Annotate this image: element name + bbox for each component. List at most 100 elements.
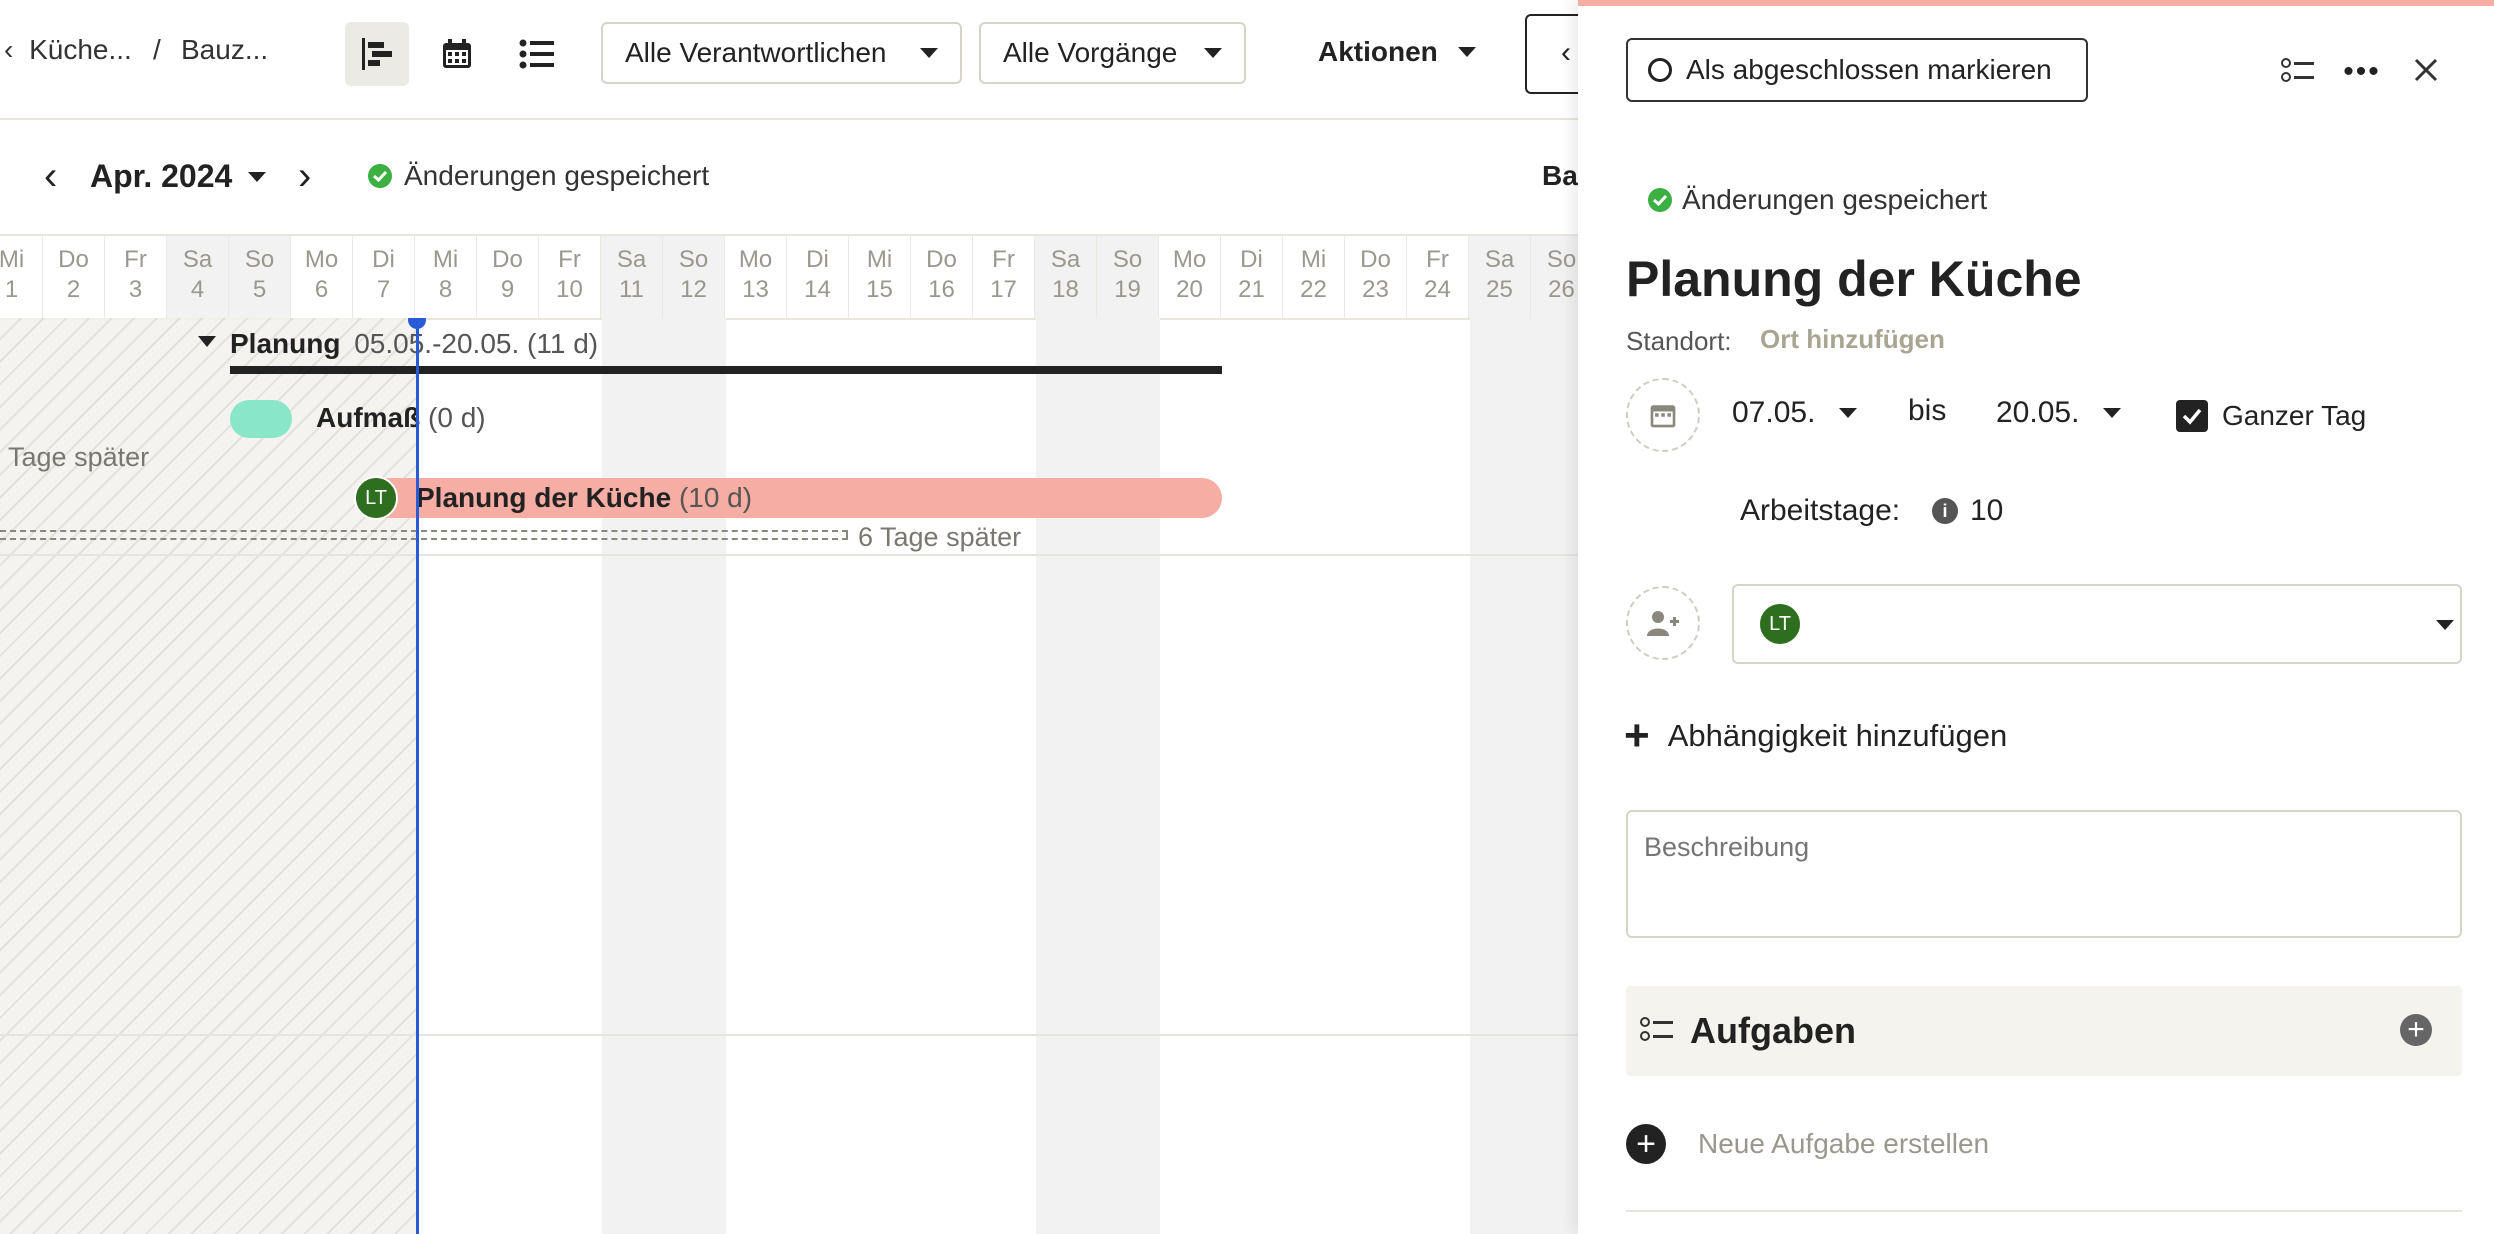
day-number: 25	[1486, 276, 1513, 303]
month-navigation-bar: ‹ Apr. 2024 › Änderungen gespeichert Bas	[0, 120, 1593, 232]
day-name: Fr	[124, 246, 147, 273]
day-number: 9	[500, 276, 515, 303]
breadcrumb-current[interactable]: Bauz...	[181, 34, 268, 66]
all-day-checkbox[interactable]	[2176, 400, 2208, 432]
collapse-group-icon[interactable]	[198, 336, 216, 347]
timeline-day-cell: Mi 1	[0, 236, 42, 318]
assignee-avatar: LT	[354, 476, 398, 520]
task-detail-panel: Als abgeschlossen markieren ••• Änderung…	[1578, 0, 2494, 1234]
start-date-picker[interactable]: 07.05.	[1732, 396, 1858, 430]
day-number: 19	[1114, 276, 1141, 303]
timeline-day-cell: Mo 13	[724, 236, 786, 318]
day-name: Fr	[992, 246, 1015, 273]
today-line	[416, 318, 419, 1234]
day-number: 16	[928, 276, 955, 303]
add-person-icon	[1647, 611, 1679, 636]
day-number: 20	[1176, 276, 1203, 303]
checklist-icon[interactable]	[2278, 52, 2318, 92]
day-name: Di	[806, 246, 829, 273]
caret-down-icon	[2103, 408, 2122, 418]
day-name: Sa	[1484, 246, 1515, 273]
previous-month-button[interactable]: ‹	[44, 154, 57, 199]
assignee-select[interactable]: LT	[1732, 584, 2462, 664]
day-number: 14	[804, 276, 831, 303]
breadcrumb-back-link[interactable]: ‹ Küche...	[4, 34, 132, 66]
gantt-view-button[interactable]	[345, 22, 409, 86]
description-textarea[interactable]	[1626, 810, 2462, 938]
dependency-lag-left: 5 Tage später	[0, 442, 150, 472]
caret-down-icon	[2436, 620, 2454, 630]
add-dependency-button[interactable]: + Abhängigkeit hinzufügen	[1624, 714, 2007, 758]
milestone-aufmass-bar[interactable]	[230, 400, 292, 438]
divider	[1626, 1210, 2462, 1212]
day-number: 12	[680, 276, 707, 303]
caret-down-icon	[1457, 47, 1476, 57]
new-task-button[interactable]: + Neue Aufgabe erstellen	[1626, 1124, 1989, 1164]
collapse-panel-button[interactable]: ‹	[1525, 14, 1585, 94]
day-name: Mi	[1300, 246, 1327, 273]
timeline-day-cell: Mi 15	[848, 236, 910, 318]
month-selector[interactable]: Apr. 2024	[90, 158, 267, 195]
next-month-button[interactable]: ›	[298, 154, 311, 199]
day-number: 13	[742, 276, 769, 303]
day-number: 5	[252, 276, 267, 303]
list-view-button[interactable]	[505, 22, 569, 86]
check-circle-icon	[368, 164, 392, 188]
timeline-day-cell: Mi 22	[1282, 236, 1344, 318]
workdays-value: 10	[1970, 494, 2004, 527]
assignee-avatar: LT	[1758, 602, 1802, 646]
task-aufmass-label[interactable]: Aufmaß (0 d)	[316, 402, 486, 434]
day-name: Mi	[432, 246, 459, 273]
responsible-filter-dropdown[interactable]: Alle Verantwortlichen	[601, 22, 962, 84]
workdays-label: Arbeitstage:	[1740, 494, 1901, 527]
info-icon[interactable]: i	[1932, 498, 1958, 524]
timeline-day-cell: Sa 25	[1468, 236, 1530, 318]
dependency-lag-right: 6 Tage später	[858, 522, 1022, 552]
day-number: 2	[66, 276, 81, 303]
circle-outline-icon	[1648, 58, 1672, 82]
gantt-chart-area: Planung 05.05.-20.05. (11 d) Aufmaß (0 d…	[0, 318, 1578, 1234]
process-filter-dropdown[interactable]: Alle Vorgänge	[979, 22, 1246, 84]
day-name: Mo	[1172, 246, 1207, 273]
day-name: Fr	[1426, 246, 1449, 273]
gantt-icon	[362, 38, 392, 70]
plus-circle-icon: +	[1626, 1124, 1666, 1164]
add-circle-icon[interactable]: +	[2400, 1014, 2432, 1046]
more-options-icon[interactable]: •••	[2342, 52, 2382, 92]
tasks-title: Aufgaben	[1690, 1010, 1856, 1051]
task-title[interactable]: Planung der Küche	[1626, 250, 2082, 308]
day-number: 6	[314, 276, 329, 303]
timeline-day-cell: Sa 11	[600, 236, 662, 318]
breadcrumb-separator: /	[153, 34, 161, 65]
calendar-icon	[1650, 405, 1676, 428]
caret-down-icon	[248, 171, 267, 182]
actions-menu-button[interactable]: Aktionen	[1318, 36, 1476, 68]
assignee-icon-circle	[1626, 586, 1700, 660]
group-summary-bar[interactable]	[230, 366, 1222, 374]
day-name: Mo	[738, 246, 773, 273]
timeline-day-cell: Mo 20	[1158, 236, 1220, 318]
close-icon[interactable]	[2404, 48, 2448, 92]
timeline-day-cell: Fr 24	[1406, 236, 1468, 318]
caret-down-icon	[1204, 48, 1222, 58]
day-number: 3	[128, 276, 143, 303]
row-divider	[0, 554, 1578, 556]
calendar-view-button[interactable]	[425, 22, 489, 86]
day-name: Sa	[182, 246, 213, 273]
day-name: Sa	[616, 246, 647, 273]
day-number: 1	[4, 276, 19, 303]
day-number: 22	[1300, 276, 1327, 303]
end-date-picker[interactable]: 20.05.	[1996, 396, 2122, 430]
day-number: 21	[1238, 276, 1265, 303]
check-circle-icon	[1648, 188, 1672, 212]
day-name: Do	[926, 246, 957, 273]
day-name: Sa	[1050, 246, 1081, 273]
all-day-label: Ganzer Tag	[2222, 400, 2367, 431]
day-number: 18	[1052, 276, 1079, 303]
mark-complete-button[interactable]: Als abgeschlossen markieren	[1626, 38, 2088, 102]
day-name: Mi	[866, 246, 893, 273]
add-location-link[interactable]: Ort hinzufügen	[1760, 324, 1945, 355]
day-number: 7	[376, 276, 391, 303]
group-planung[interactable]: Planung 05.05.-20.05. (11 d)	[230, 328, 598, 360]
day-name: So	[244, 246, 275, 273]
